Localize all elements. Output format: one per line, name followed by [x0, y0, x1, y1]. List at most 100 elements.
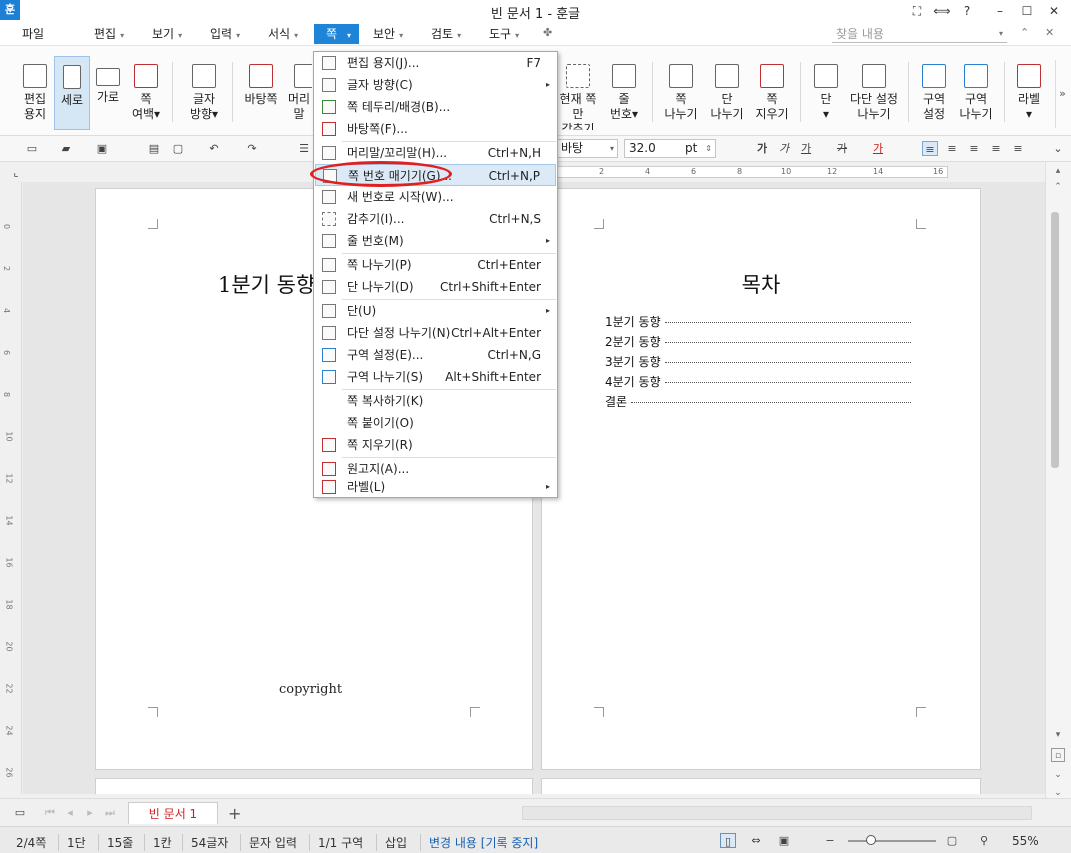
page-next-left[interactable]	[95, 778, 533, 794]
font-color-button[interactable]: 가	[870, 141, 886, 156]
menu-item-page-border[interactable]: 쪽 테두리/배경(B)...	[315, 96, 556, 118]
section-break-button[interactable]: 구역 나누기	[956, 56, 996, 130]
toc-entry[interactable]: 4분기 동향	[605, 371, 911, 391]
underline-button[interactable]: 가	[798, 141, 814, 156]
menu-item-master-page[interactable]: 바탕쪽(F)...	[315, 118, 556, 140]
add-tab-button[interactable]: +	[228, 804, 241, 823]
align-left-icon[interactable]: ≡	[944, 141, 960, 156]
menu-page[interactable]: 쪽 ▾	[314, 24, 360, 44]
vertical-ruler[interactable]: 0 2 4 6 8 10 12 14 16 18 20 22 24 26	[0, 182, 22, 794]
close-button[interactable]: ✕	[1042, 2, 1066, 20]
open-folder-icon[interactable]: ▰	[58, 141, 74, 156]
tab-document[interactable]: 빈 문서 1	[128, 802, 218, 824]
italic-button[interactable]: 가	[776, 141, 792, 156]
chevron-up-icon[interactable]: ⌃	[1020, 26, 1029, 39]
columns-button[interactable]: 단 ▾	[808, 56, 844, 130]
text-direction-button[interactable]: 글자 방향▾	[182, 56, 226, 130]
chevron-up-icon[interactable]: ⌃	[1051, 180, 1065, 194]
fit-width-icon[interactable]: ⇔	[748, 833, 764, 848]
page-right[interactable]: 목차 1분기 동향 2분기 동향 3분기 동향 4분기 동향 결론	[541, 188, 981, 770]
zoom-out-icon[interactable]: −	[822, 833, 838, 848]
prev-tab-icon[interactable]: ◂	[62, 805, 78, 820]
align-distribute-icon[interactable]: ≡	[1010, 141, 1026, 156]
save-icon[interactable]: ▣	[94, 141, 110, 156]
menu-item-section-setup[interactable]: 구역 설정(E)... Ctrl+N,G	[315, 344, 556, 366]
label-button[interactable]: 라벨 ▾	[1012, 56, 1046, 130]
ruler-corner-icon[interactable]: ⌞	[8, 165, 24, 180]
print-icon[interactable]: ▤	[146, 141, 162, 156]
preview-icon[interactable]: ▢	[170, 141, 186, 156]
scroll-thumb[interactable]	[1051, 212, 1059, 468]
menu-item-section-break[interactable]: 구역 나누기(S) Alt+Shift+Enter	[315, 366, 556, 388]
status-section[interactable]: 1/1 구역	[309, 834, 363, 851]
multi-column-break-button[interactable]: 다단 설정 나누기	[848, 56, 900, 130]
scroll-down-icon[interactable]: ▾	[1051, 728, 1065, 742]
menu-item-delete-page[interactable]: 쪽 지우기(R)	[315, 434, 556, 456]
resize-width-icon[interactable]: ⟺	[930, 2, 954, 20]
toc-entry[interactable]: 3분기 동향	[605, 351, 911, 371]
zoom-slider-thumb[interactable]	[866, 835, 876, 845]
landscape-button[interactable]: 가로	[92, 56, 124, 130]
last-tab-icon[interactable]: ⏭	[102, 805, 118, 820]
align-right-icon[interactable]: ≡	[988, 141, 1004, 156]
page-break-button[interactable]: 쪽 나누기	[660, 56, 702, 130]
hide-current-page-button[interactable]: 현재 쪽만 감추기	[556, 56, 600, 130]
tab-list-icon[interactable]: ▭	[12, 805, 28, 820]
column-break-button[interactable]: 단 나누기	[706, 56, 748, 130]
master-page-button[interactable]: 바탕쪽	[240, 56, 282, 130]
status-track-changes[interactable]: 변경 내용 [기록 중지]	[420, 834, 538, 851]
toc-entry[interactable]: 1분기 동향	[605, 311, 911, 331]
align-justify-icon[interactable]: ≡	[922, 141, 938, 156]
zoom-level[interactable]: 55%	[1012, 834, 1039, 848]
portrait-button[interactable]: 세로	[54, 56, 90, 130]
vertical-scrollbar[interactable]: ▴ ⌃ ▾ ▫ ⌄ ⌄	[1045, 162, 1071, 807]
first-tab-icon[interactable]: ⏮	[42, 805, 58, 820]
menu-security[interactable]: 보안 ▾	[367, 24, 409, 44]
more-options-icon[interactable]: ⌄	[1050, 141, 1066, 156]
menu-file[interactable]: 파일	[16, 24, 50, 44]
magnifier-icon[interactable]: ⚲	[976, 833, 992, 848]
fullscreen-icon[interactable]: ⛶	[905, 2, 929, 20]
close-panel-icon[interactable]: ✕	[1045, 26, 1054, 39]
header-button[interactable]: 머리말	[286, 56, 312, 130]
style-icon[interactable]: ☰	[296, 141, 312, 156]
status-page[interactable]: 2/4쪽	[16, 834, 46, 851]
font-size-input[interactable]: 32.0 pt ⇕	[624, 139, 716, 158]
undo-icon[interactable]: ↶	[206, 141, 222, 156]
font-select[interactable]: 바탕 ▾	[556, 139, 618, 158]
ribbon-expand-icon[interactable]: »	[1055, 60, 1069, 128]
section-setup-button[interactable]: 구역 설정	[914, 56, 954, 130]
menu-item-new-number[interactable]: 새 번호로 시작(W)...	[315, 186, 556, 208]
line-number-button[interactable]: 줄 번호▾	[606, 56, 642, 130]
menu-item-copy-page[interactable]: 쪽 복사하기(K)	[315, 390, 556, 412]
maximize-button[interactable]: ☐	[1015, 2, 1039, 20]
redo-icon[interactable]: ↷	[244, 141, 260, 156]
delete-page-button[interactable]: 쪽 지우기	[752, 56, 792, 130]
bold-button[interactable]: 가	[754, 141, 770, 156]
zoom-slider-track[interactable]	[848, 840, 936, 842]
menu-item-line-number[interactable]: 줄 번호(M) ▸	[315, 230, 556, 252]
scroll-up-icon[interactable]: ▴	[1051, 164, 1065, 178]
zoom-in-icon[interactable]: ▢	[944, 833, 960, 848]
menu-item-paper-setup[interactable]: 편집 용지(J)... F7	[315, 52, 556, 74]
paper-setup-button[interactable]: 편집 용지	[16, 56, 54, 130]
menu-item-header-footer[interactable]: 머리말/꼬리말(H)... Ctrl+N,H	[315, 142, 556, 164]
puzzle-icon[interactable]: ✤	[543, 26, 552, 39]
find-input[interactable]: 찾을 내용 ▾	[832, 25, 1007, 43]
menu-item-columns[interactable]: 단(U) ▸	[315, 300, 556, 322]
menu-item-paste-page[interactable]: 쪽 붙이기(O)	[315, 412, 556, 434]
strikethrough-button[interactable]: 가	[834, 141, 850, 156]
menu-format[interactable]: 서식 ▾	[262, 24, 304, 44]
menu-item-label[interactable]: 라벨(L) ▸	[315, 476, 556, 498]
menu-item-multi-column-break[interactable]: 다단 설정 나누기(N) Ctrl+Alt+Enter	[315, 322, 556, 344]
menu-edit[interactable]: 편집 ▾	[88, 24, 130, 44]
menu-review[interactable]: 검토 ▾	[425, 24, 467, 44]
minimize-button[interactable]: –	[988, 2, 1012, 20]
horizontal-scrollbar[interactable]	[522, 806, 1032, 820]
page-layout-icon[interactable]: ▯	[720, 833, 736, 848]
menu-item-text-direction[interactable]: 글자 방향(C) ▸	[315, 74, 556, 96]
menu-item-hide[interactable]: 감추기(I)... Ctrl+N,S	[315, 208, 556, 230]
menu-item-page-break[interactable]: 쪽 나누기(P) Ctrl+Enter	[315, 254, 556, 276]
toc-entry[interactable]: 2분기 동향	[605, 331, 911, 351]
new-document-icon[interactable]: ▭	[24, 141, 40, 156]
